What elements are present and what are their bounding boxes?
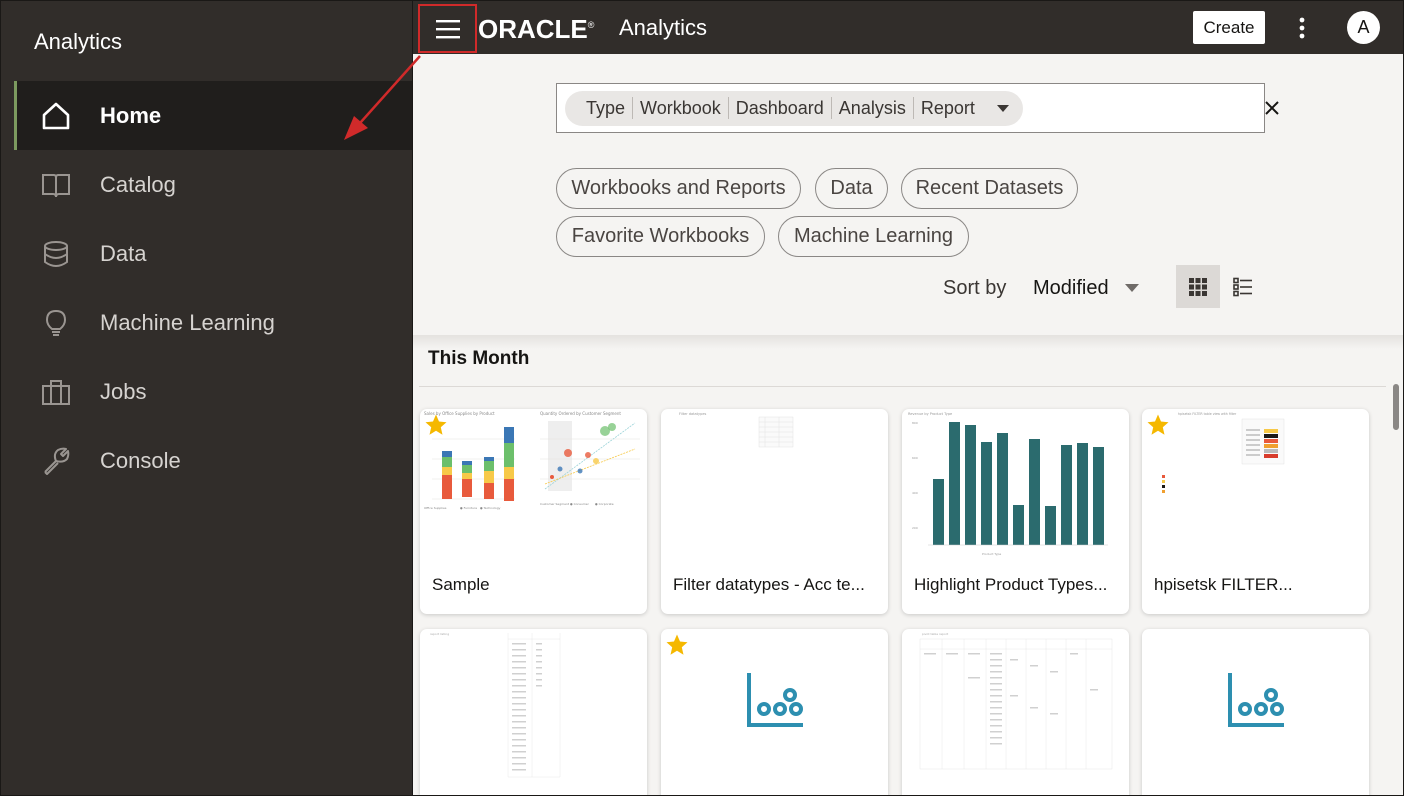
nav-item-home[interactable]: Home — [14, 81, 412, 150]
nav-item-catalog[interactable]: Catalog — [14, 150, 412, 219]
card-title: Sample — [432, 575, 490, 594]
type-filter-report: Report — [920, 98, 975, 118]
thumbnail: hpisetsk FILTER table view with filter — [1162, 412, 1285, 493]
wrench-icon — [41, 446, 71, 476]
home-page: ORACLE® Analytics Create A Type Workbook… — [412, 0, 1404, 796]
sort-value: Modified — [1033, 276, 1109, 299]
svg-text:● Furniture: ● Furniture — [460, 506, 477, 510]
card-title: Filter datatypes - Acc te... — [673, 575, 865, 594]
svg-text:hpisetsk FILTER table view wit: hpisetsk FILTER table view with filter — [1178, 412, 1237, 416]
chevron-down-icon — [1124, 284, 1139, 292]
product-name: Analytics — [619, 15, 708, 40]
search-input[interactable] — [1022, 88, 1265, 128]
workbook-card[interactable]: pivot table report — [902, 629, 1129, 795]
create-button[interactable]: Create — [1193, 11, 1265, 44]
svg-text:● Technology: ● Technology — [480, 506, 501, 510]
svg-text:Filter datatypes: Filter datatypes — [679, 412, 706, 416]
svg-text:Revenue by Product Type: Revenue by Product Type — [908, 412, 952, 416]
type-filter-dashboard: Dashboard — [729, 97, 832, 119]
workbook-card[interactable]: report listing — [420, 629, 647, 795]
section-title: This Month — [428, 348, 530, 369]
svg-text:200: 200 — [912, 526, 918, 530]
sort-label: Sort by — [943, 277, 1007, 299]
nav-item-label: Console — [100, 447, 181, 473]
search-bar: Type Workbook Dashboard Analysis Report — [556, 83, 1279, 133]
nav-item-machine-learning[interactable]: Machine Learning — [14, 288, 412, 357]
thumbnail: Revenue by Product Type 800 600 400 200 Pro… — [908, 412, 1108, 556]
section-rule — [419, 386, 1386, 387]
svg-text:pivot table report: pivot table report — [922, 632, 949, 636]
svg-text:Quantity Ordered by Customer S: Quantity Ordered by Customer Segment — [540, 411, 621, 416]
svg-text:Product Type: Product Type — [982, 552, 1001, 556]
type-filter-analysis: Analysis — [832, 97, 914, 119]
nav-list: Home Catalog Data Machine Learning Jobs — [14, 81, 412, 495]
nav-item-label: Home — [100, 102, 162, 128]
book-icon — [41, 170, 71, 200]
nav-item-label: Catalog — [100, 171, 176, 197]
svg-text:● Consumer: ● Consumer — [570, 502, 590, 506]
svg-text:report listing: report listing — [430, 632, 449, 636]
svg-text:600: 600 — [912, 456, 918, 460]
home-icon — [41, 101, 71, 131]
scrollbar[interactable] — [1393, 384, 1399, 430]
menu-button[interactable] — [418, 4, 477, 53]
favorite-star-icon[interactable] — [1146, 413, 1170, 437]
favorite-star-icon[interactable] — [665, 633, 689, 657]
kebab-icon — [1299, 17, 1305, 39]
close-icon — [1265, 101, 1279, 115]
thumbnail — [1228, 673, 1284, 727]
nav-item-data[interactable]: Data — [14, 219, 412, 288]
type-filter-workbook: Workbook — [633, 97, 729, 119]
hamburger-icon — [435, 19, 460, 38]
filter-favorite-workbooks[interactable]: Favorite Workbooks — [556, 216, 765, 257]
list-view-button[interactable] — [1221, 265, 1265, 308]
thumbnail: report listing — [430, 632, 561, 778]
grid-view-button[interactable] — [1176, 265, 1220, 308]
card-title: Highlight Product Types... — [914, 575, 1108, 594]
drawer-title: Analytics — [34, 29, 123, 54]
sort-select[interactable]: Modified — [1033, 273, 1139, 303]
nav-item-jobs[interactable]: Jobs — [14, 357, 412, 426]
favorite-star-icon[interactable] — [424, 413, 448, 437]
workbook-card[interactable]: Revenue by Product Type 800 600 400 200 Pro… — [902, 409, 1129, 614]
type-filter-chip[interactable]: Type Workbook Dashboard Analysis Report — [565, 90, 1023, 126]
svg-text:● Corporate: ● Corporate — [595, 502, 614, 506]
more-options-button[interactable] — [1287, 14, 1317, 42]
nav-item-label: Machine Learning — [100, 309, 275, 335]
filter-workbooks-and-reports[interactable]: Workbooks and Reports — [556, 168, 801, 209]
navigation-drawer: Analytics Home Catalog Data Machine Lear… — [0, 0, 412, 796]
thumbnail: pivot table report — [919, 632, 1113, 770]
type-filter-label: Type — [579, 97, 634, 119]
workbook-card[interactable] — [1142, 629, 1369, 795]
nav-item-console[interactable]: Console — [14, 426, 412, 495]
filter-data[interactable]: Data — [815, 168, 888, 209]
nav-item-label: Jobs — [100, 378, 147, 404]
briefcase-icon — [41, 377, 71, 407]
database-icon — [41, 239, 71, 269]
oracle-logo: ORACLE® — [478, 14, 595, 44]
svg-text:400: 400 — [912, 491, 918, 495]
card-title: hpisetsk FILTER... — [1154, 575, 1293, 594]
thumbnail: Filter datatypes — [679, 412, 794, 448]
avatar[interactable]: A — [1347, 11, 1380, 44]
section-divider — [413, 335, 1403, 349]
filter-recent-datasets[interactable]: Recent Datasets — [901, 168, 1078, 209]
list-icon — [1233, 277, 1252, 296]
svg-text:Customer Segment: Customer Segment — [540, 502, 570, 506]
thumbnail — [747, 673, 803, 727]
nav-item-label: Data — [100, 240, 147, 266]
clear-search-button[interactable] — [1265, 88, 1279, 128]
lightbulb-icon — [41, 308, 71, 338]
filter-machine-learning[interactable]: Machine Learning — [778, 216, 969, 257]
workbook-card[interactable]: hpisetsk FILTER table view with filter h… — [1142, 409, 1369, 614]
workbook-card[interactable]: Sales by Office Supplies by Product Offi… — [420, 409, 647, 614]
workbook-card[interactable]: Filter datatypes Filter datatypes - Acc … — [661, 409, 888, 614]
svg-text:Office Supplies: Office Supplies — [424, 506, 447, 510]
grid-icon — [1189, 277, 1207, 296]
thumbnail: Sales by Office Supplies by Product Offi… — [424, 411, 640, 510]
workbook-card[interactable] — [661, 629, 888, 795]
top-bar: ORACLE® Analytics Create A — [413, 1, 1403, 54]
chevron-down-icon — [996, 104, 1009, 112]
svg-text:800: 800 — [912, 421, 918, 425]
